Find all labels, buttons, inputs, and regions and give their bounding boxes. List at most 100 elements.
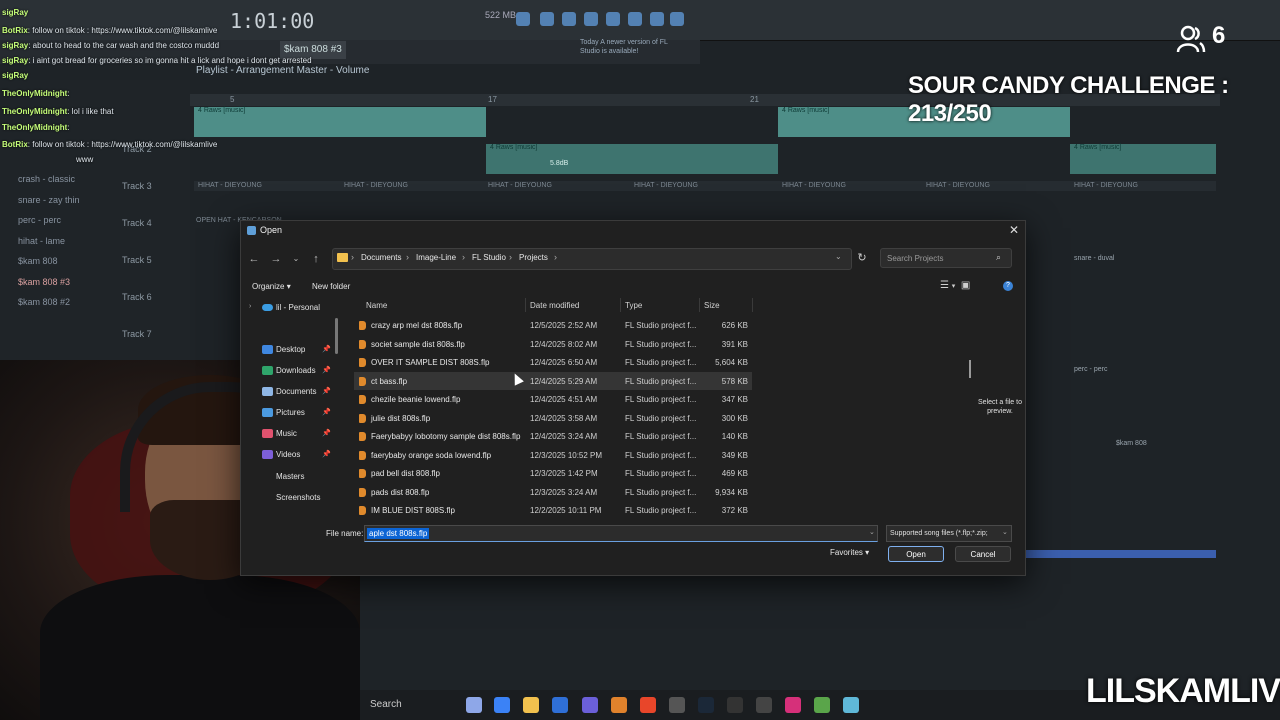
address-bar[interactable]	[332, 248, 852, 270]
column-divider[interactable]	[525, 298, 526, 312]
steam-icon[interactable]	[698, 697, 714, 713]
metronome-icon[interactable]	[516, 12, 530, 26]
nav-item-documents[interactable]: Documents	[276, 387, 316, 396]
nav-item-personal[interactable]: lil - Personal	[276, 303, 320, 312]
chat-icon[interactable]	[650, 12, 664, 26]
channel-item[interactable]: perc - perc	[18, 215, 61, 225]
breadcrumb-projects[interactable]: Projects	[519, 253, 548, 262]
pin-icon: 📌	[322, 430, 331, 437]
export-icon[interactable]	[670, 12, 684, 26]
obs-icon[interactable]	[669, 697, 685, 713]
file-name: faerybaby orange soda lowend.flp	[371, 451, 492, 460]
track-label: Track 4	[122, 218, 152, 228]
nav-item-masters[interactable]: Masters	[276, 472, 304, 481]
track-label: Track 5	[122, 255, 152, 265]
chevron-down-icon[interactable]: ⌄	[869, 528, 875, 536]
column-size[interactable]: Size	[704, 301, 720, 310]
column-divider[interactable]	[752, 298, 753, 312]
chevron-down-icon[interactable]: ▾	[952, 283, 956, 290]
copilot-icon[interactable]	[466, 697, 482, 713]
organize-menu[interactable]: Organize ▾	[252, 282, 291, 291]
file-name-value[interactable]: aple dst 808s.flp	[367, 528, 430, 539]
calculator-icon[interactable]	[843, 697, 859, 713]
save-icon[interactable]	[606, 12, 620, 26]
nav-scrollbar[interactable]	[335, 318, 338, 354]
nav-item-music[interactable]: Music	[276, 429, 297, 438]
search-icon[interactable]: ⌕	[996, 252, 1001, 263]
view-list-icon[interactable]: ☰	[940, 280, 949, 291]
file-date: 12/3/2025 10:52 PM	[530, 451, 603, 460]
4k-icon[interactable]	[756, 697, 772, 713]
app-icon[interactable]	[727, 697, 743, 713]
discord-icon[interactable]	[582, 697, 598, 713]
favorites-menu[interactable]: Favorites ▾	[830, 548, 869, 557]
cancel-button[interactable]: Cancel	[955, 546, 1011, 562]
close-icon[interactable]: ✕	[1006, 222, 1022, 238]
nav-item-screenshots[interactable]: Screenshots	[276, 493, 320, 502]
file-type: FL Studio project f...	[625, 506, 697, 515]
column-name[interactable]: Name	[366, 301, 387, 310]
file-name-input[interactable]	[364, 525, 878, 542]
help-icon[interactable]	[584, 12, 598, 26]
breadcrumb-image-line[interactable]: Image-Line	[416, 253, 456, 262]
chevron-down-icon[interactable]: ⌄	[1002, 528, 1008, 536]
column-divider[interactable]	[620, 298, 621, 312]
nav-item-pictures[interactable]: Pictures	[276, 408, 305, 417]
refresh-icon[interactable]: ↻	[852, 248, 872, 268]
pattern-clip-row[interactable]: HIHAT - DIEYOUNG HIHAT - DIEYOUNG HIHAT …	[194, 181, 1216, 191]
file-list-scrollbar[interactable]	[969, 360, 971, 378]
file-type: FL Studio project f...	[625, 414, 697, 423]
channel-item[interactable]: hihat - lame	[18, 236, 65, 246]
brave-icon[interactable]	[640, 697, 656, 713]
chat-user: TheOnlyMidnight	[2, 107, 68, 116]
preview-pane-text: Select a file to preview.	[978, 399, 1022, 415]
chevron-down-icon[interactable]: ⌄	[288, 252, 304, 266]
up-icon[interactable]: ↑	[308, 252, 324, 266]
chat-message: sigRay: about to head to the car wash an…	[2, 41, 219, 50]
nav-item-videos[interactable]: Videos	[276, 450, 300, 459]
expand-icon[interactable]: ›	[249, 303, 251, 310]
taskbar-search[interactable]: Search	[370, 699, 402, 710]
flp-file-icon	[359, 432, 366, 441]
back-icon[interactable]: ←	[246, 252, 262, 266]
search-input[interactable]: Search Projects	[880, 248, 1012, 268]
file-date: 12/4/2025 3:58 AM	[530, 414, 598, 423]
breadcrumb-documents[interactable]: Documents	[361, 253, 401, 262]
breadcrumb-fl-studio[interactable]: FL Studio	[472, 253, 506, 262]
channel-item[interactable]: crash - classic	[18, 174, 75, 184]
fl-studio-icon[interactable]	[611, 697, 627, 713]
help-icon[interactable]: ?	[1003, 281, 1013, 291]
browser-icon[interactable]	[628, 12, 642, 26]
open-button[interactable]: Open	[888, 546, 944, 562]
file-date: 12/2/2025 10:11 PM	[530, 506, 602, 515]
mixer-icon[interactable]	[540, 12, 554, 26]
file-name: societ sample dist 808s.flp	[371, 340, 465, 349]
new-folder-button[interactable]: New folder	[312, 282, 350, 291]
app-icon[interactable]	[494, 697, 510, 713]
file-explorer-icon[interactable]	[523, 697, 539, 713]
chat-message: sigRay	[2, 71, 28, 80]
instagram-icon[interactable]	[785, 697, 801, 713]
update-notice[interactable]: Today A newer version of FL Studio is av…	[580, 38, 670, 56]
app-icon[interactable]	[814, 697, 830, 713]
automation-clip[interactable]	[1022, 550, 1216, 558]
store-icon[interactable]	[552, 697, 568, 713]
preview-pane-icon[interactable]: ▣	[961, 280, 970, 291]
view-options[interactable]: ☰ ▾ ▣	[940, 280, 970, 291]
forward-icon[interactable]: →	[268, 252, 284, 266]
nav-item-downloads[interactable]: Downloads	[276, 366, 316, 375]
chat-text: :	[67, 123, 70, 132]
column-type[interactable]: Type	[625, 301, 642, 310]
pattern-clip-label: HIHAT - DIEYOUNG	[926, 182, 990, 189]
channel-item[interactable]: snare - zay thin	[18, 195, 80, 205]
nav-item-desktop[interactable]: Desktop	[276, 345, 305, 354]
channel-item[interactable]: $kam 808 #2	[18, 297, 70, 307]
address-dropdown-icon[interactable]: ⌄	[835, 252, 842, 261]
column-divider[interactable]	[699, 298, 700, 312]
channel-item[interactable]: $kam 808 #3	[18, 277, 70, 287]
file-type-filter[interactable]: Supported song files (*.flp;*.zip;	[886, 525, 1012, 542]
mic-icon[interactable]	[562, 12, 576, 26]
channel-item[interactable]: $kam 808	[18, 256, 58, 266]
file-name: julie dist 808s.flp	[371, 414, 431, 423]
column-date-modified[interactable]: Date modified	[530, 301, 579, 310]
